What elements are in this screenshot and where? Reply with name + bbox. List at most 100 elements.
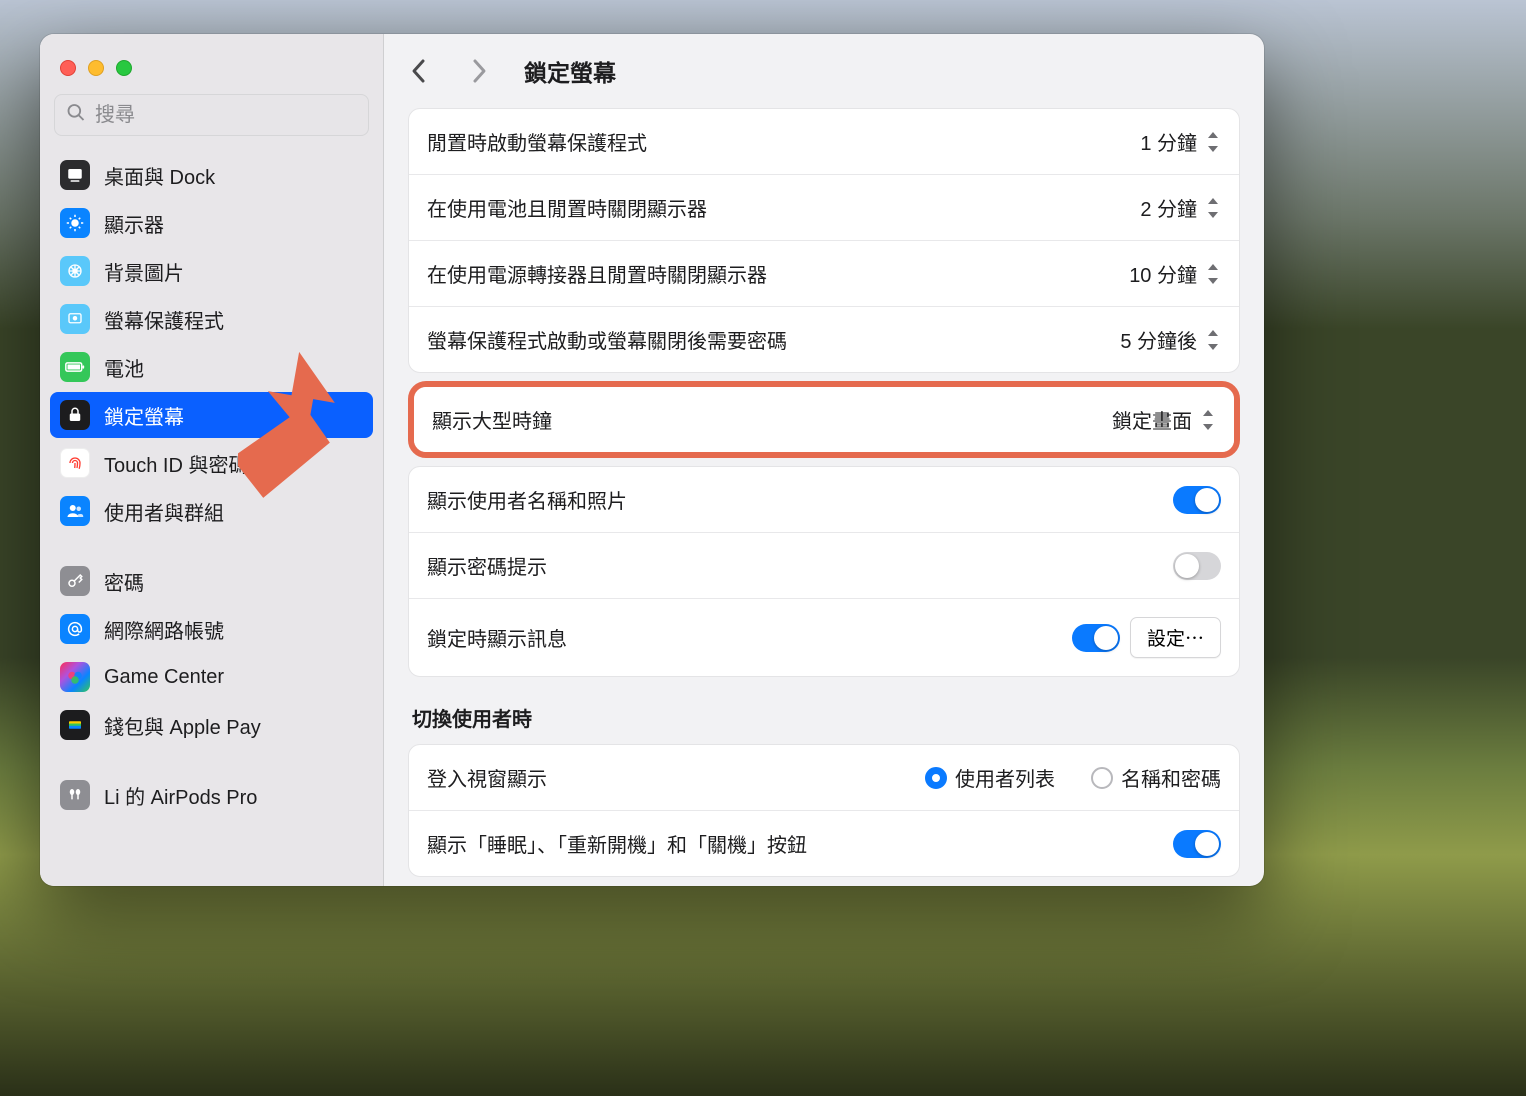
sidebar-item-label: Game Center xyxy=(104,666,224,689)
large-clock-select[interactable]: 鎖定畫面 xyxy=(1112,405,1216,434)
airpods-icon xyxy=(60,780,90,810)
require-password-select[interactable]: 5 分鐘後 xyxy=(1120,325,1221,354)
window-traffic-lights xyxy=(50,50,373,94)
sidebar-item-label: 錢包與 Apple Pay xyxy=(104,711,261,740)
sidebar-item-wallpaper[interactable]: 背景圖片 xyxy=(50,248,373,294)
sidebar-item-wallet-apple-pay[interactable]: 錢包與 Apple Pay xyxy=(50,702,373,748)
settings-panel-1: 閒置時啟動螢幕保護程式 1 分鐘 在使用電池且閒置時關閉顯示器 2 分鐘 在使用… xyxy=(408,108,1240,373)
screensaver-idle-select[interactable]: 1 分鐘 xyxy=(1140,127,1221,156)
sidebar-item-label: 電池 xyxy=(104,353,144,382)
nav-back-button[interactable] xyxy=(404,51,434,91)
highlight-annotation: 顯示大型時鐘 鎖定畫面 xyxy=(408,381,1240,458)
sidebar-item-passwords[interactable]: 密碼 xyxy=(50,558,373,604)
show-user-photo-toggle[interactable] xyxy=(1173,486,1221,514)
row-show-password-hint: 顯示密碼提示 xyxy=(409,532,1239,598)
row-label: 閒置時啟動螢幕保護程式 xyxy=(427,127,647,156)
display-icon xyxy=(60,208,90,238)
key-icon xyxy=(60,566,90,596)
sidebar-item-label: 鎖定螢幕 xyxy=(104,401,184,430)
settings-panel-2: 顯示使用者名稱和照片 顯示密碼提示 鎖定時顯示訊息 設定⋯ xyxy=(408,466,1240,677)
radio-option-user-list[interactable]: 使用者列表 xyxy=(925,763,1055,792)
row-power-display-off: 在使用電源轉接器且閒置時關閉顯示器 10 分鐘 xyxy=(409,240,1239,306)
sidebar-nav: 桌面與 Dock 顯示器 背景圖片 螢幕保護程式 xyxy=(50,148,373,822)
maximize-window-button[interactable] xyxy=(116,60,132,76)
sidebar-item-internet-accounts[interactable]: 網際網路帳號 xyxy=(50,606,373,652)
select-value: 2 分鐘 xyxy=(1140,193,1197,222)
chevron-up-down-icon xyxy=(1200,410,1216,430)
desktop-dock-icon xyxy=(60,160,90,190)
row-large-clock: 顯示大型時鐘 鎖定畫面 xyxy=(414,387,1234,452)
sidebar: 桌面與 Dock 顯示器 背景圖片 螢幕保護程式 xyxy=(40,34,384,886)
nav-forward-button[interactable] xyxy=(464,51,494,91)
wallet-icon xyxy=(60,710,90,740)
select-value: 10 分鐘 xyxy=(1129,259,1197,288)
radio-icon xyxy=(1091,767,1113,789)
content-header: 鎖定螢幕 xyxy=(384,34,1264,108)
row-screensaver-idle: 閒置時啟動螢幕保護程式 1 分鐘 xyxy=(409,109,1239,174)
radio-text: 使用者列表 xyxy=(955,763,1055,792)
system-settings-window: 桌面與 Dock 顯示器 背景圖片 螢幕保護程式 xyxy=(40,34,1264,886)
game-center-icon xyxy=(60,662,90,692)
settings-body: 閒置時啟動螢幕保護程式 1 分鐘 在使用電池且閒置時關閉顯示器 2 分鐘 在使用… xyxy=(384,108,1264,886)
close-window-button[interactable] xyxy=(60,60,76,76)
sidebar-item-battery[interactable]: 電池 xyxy=(50,344,373,390)
screensaver-icon xyxy=(60,304,90,334)
sidebar-item-desktop-dock[interactable]: 桌面與 Dock xyxy=(50,152,373,198)
radio-text: 名稱和密碼 xyxy=(1121,763,1221,792)
row-login-window-display: 登入視窗顯示 使用者列表 名稱和密碼 xyxy=(409,745,1239,810)
row-label: 鎖定時顯示訊息 xyxy=(427,623,567,652)
chevron-up-down-icon xyxy=(1205,264,1221,284)
power-display-off-select[interactable]: 10 分鐘 xyxy=(1129,259,1221,288)
row-label: 在使用電池且閒置時關閉顯示器 xyxy=(427,193,707,222)
row-label: 顯示「睡眠」、「重新開機」和「關機」按鈕 xyxy=(427,829,807,858)
sidebar-item-touch-id[interactable]: Touch ID 與密碼 xyxy=(50,440,373,486)
row-require-password: 螢幕保護程式啟動或螢幕關閉後需要密碼 5 分鐘後 xyxy=(409,306,1239,372)
sidebar-item-label: 桌面與 Dock xyxy=(104,161,215,190)
row-label: 登入視窗顯示 xyxy=(427,763,547,792)
row-label: 在使用電源轉接器且閒置時關閉顯示器 xyxy=(427,259,767,288)
sidebar-item-label: 網際網路帳號 xyxy=(104,615,224,644)
show-password-hint-toggle[interactable] xyxy=(1173,552,1221,580)
sidebar-item-label: 螢幕保護程式 xyxy=(104,305,224,334)
sidebar-item-label: 背景圖片 xyxy=(104,257,184,286)
row-label: 螢幕保護程式啟動或螢幕關閉後需要密碼 xyxy=(427,325,787,354)
sidebar-item-airpods[interactable]: Li 的 AirPods Pro xyxy=(50,772,373,818)
battery-display-off-select[interactable]: 2 分鐘 xyxy=(1140,193,1221,222)
sidebar-item-label: 顯示器 xyxy=(104,209,164,238)
sidebar-item-screensaver[interactable]: 螢幕保護程式 xyxy=(50,296,373,342)
select-value: 1 分鐘 xyxy=(1140,127,1197,156)
row-label: 顯示密碼提示 xyxy=(427,551,547,580)
chevron-up-down-icon xyxy=(1205,132,1221,152)
radio-icon xyxy=(925,767,947,789)
page-title: 鎖定螢幕 xyxy=(524,54,616,88)
select-value: 5 分鐘後 xyxy=(1120,325,1197,354)
show-message-toggle[interactable] xyxy=(1072,624,1120,652)
fingerprint-icon xyxy=(60,448,90,478)
minimize-window-button[interactable] xyxy=(88,60,104,76)
row-label: 顯示使用者名稱和照片 xyxy=(427,485,627,514)
section-title-switch-user: 切換使用者時 xyxy=(412,703,1240,732)
sidebar-item-users-groups[interactable]: 使用者與群組 xyxy=(50,488,373,534)
at-sign-icon xyxy=(60,614,90,644)
configure-message-button[interactable]: 設定⋯ xyxy=(1130,617,1221,658)
row-show-message: 鎖定時顯示訊息 設定⋯ xyxy=(409,598,1239,676)
row-show-power-buttons: 顯示「睡眠」、「重新開機」和「關機」按鈕 xyxy=(409,810,1239,876)
search-input[interactable] xyxy=(54,94,369,136)
settings-panel-large-clock: 顯示大型時鐘 鎖定畫面 xyxy=(414,387,1234,452)
row-battery-display-off: 在使用電池且閒置時關閉顯示器 2 分鐘 xyxy=(409,174,1239,240)
select-value: 鎖定畫面 xyxy=(1112,405,1192,434)
sidebar-item-game-center[interactable]: Game Center xyxy=(50,654,373,700)
chevron-up-down-icon xyxy=(1205,330,1221,350)
sidebar-item-displays[interactable]: 顯示器 xyxy=(50,200,373,246)
sidebar-item-lock-screen[interactable]: 鎖定螢幕 xyxy=(50,392,373,438)
chevron-up-down-icon xyxy=(1205,198,1221,218)
search-icon xyxy=(66,103,86,128)
sidebar-item-label: Touch ID 與密碼 xyxy=(104,449,248,478)
wallpaper-icon xyxy=(60,256,90,286)
search-field-wrap xyxy=(54,94,369,136)
show-power-buttons-toggle[interactable] xyxy=(1173,830,1221,858)
lock-icon xyxy=(60,400,90,430)
sidebar-item-label: 使用者與群組 xyxy=(104,497,224,526)
content-pane: 鎖定螢幕 閒置時啟動螢幕保護程式 1 分鐘 在使用電池且閒置時關閉顯示器 2 分… xyxy=(384,34,1264,886)
radio-option-name-password[interactable]: 名稱和密碼 xyxy=(1091,763,1221,792)
